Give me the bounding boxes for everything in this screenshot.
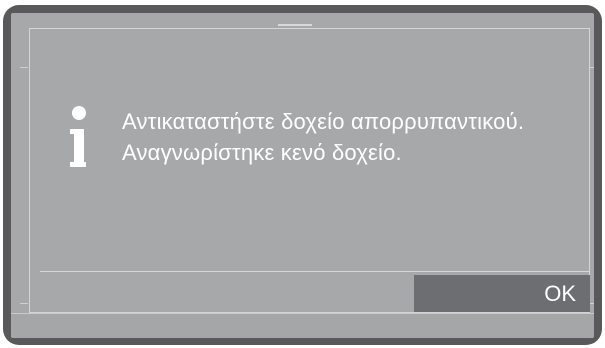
message-dialog: Αντικαταστήστε δοχείο απορρυπαντικού. Αν…: [29, 28, 590, 313]
device-frame: Αντικαταστήστε δοχείο απορρυπαντικού. Αν…: [3, 5, 602, 345]
left-top-tick: [20, 67, 28, 68]
left-bottom-tick: [20, 303, 28, 304]
display-screen: Αντικαταστήστε δοχείο απορρυπαντικού. Αν…: [11, 13, 594, 338]
dialog-message: Αντικαταστήστε δοχείο απορρυπαντικού. Αν…: [122, 109, 525, 165]
ok-button[interactable]: OK: [414, 275, 590, 312]
top-indicator: [278, 24, 312, 26]
dialog-divider: [40, 271, 590, 272]
info-icon: [70, 106, 86, 167]
bottom-strip: [11, 313, 594, 338]
